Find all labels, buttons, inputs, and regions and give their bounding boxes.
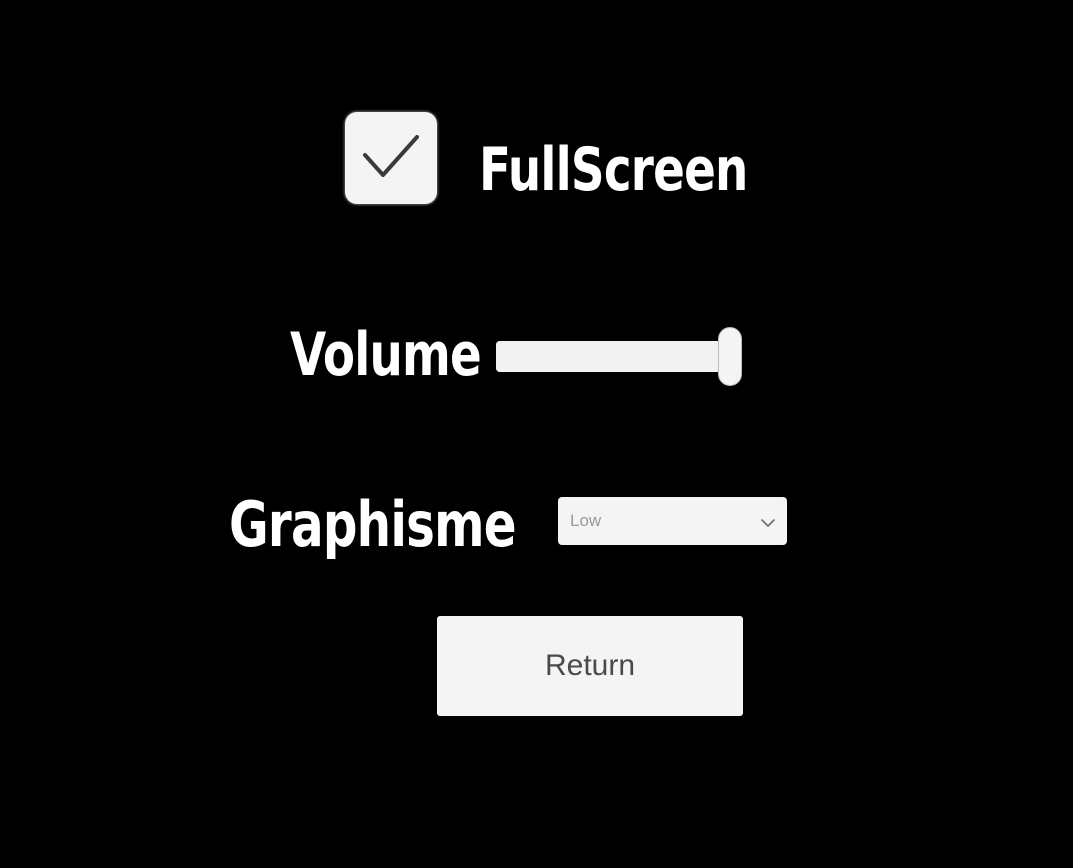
return-button[interactable]: Return	[437, 616, 743, 716]
settings-menu: FullScreen Volume Graphisme Low Return	[0, 0, 1073, 868]
volume-label: Volume	[290, 320, 482, 390]
chevron-down-icon	[761, 515, 775, 533]
graphics-quality-dropdown[interactable]: Low	[558, 497, 787, 545]
volume-slider-fill	[496, 341, 738, 372]
fullscreen-label: FullScreen	[479, 135, 748, 205]
graphics-quality-value: Low	[570, 511, 602, 530]
checkmark-icon	[361, 133, 421, 183]
fullscreen-checkbox[interactable]	[345, 112, 437, 204]
volume-slider-handle[interactable]	[718, 327, 742, 386]
return-button-label: Return	[544, 649, 636, 682]
graphics-label: Graphisme	[229, 488, 517, 561]
volume-slider-track[interactable]	[496, 341, 738, 372]
